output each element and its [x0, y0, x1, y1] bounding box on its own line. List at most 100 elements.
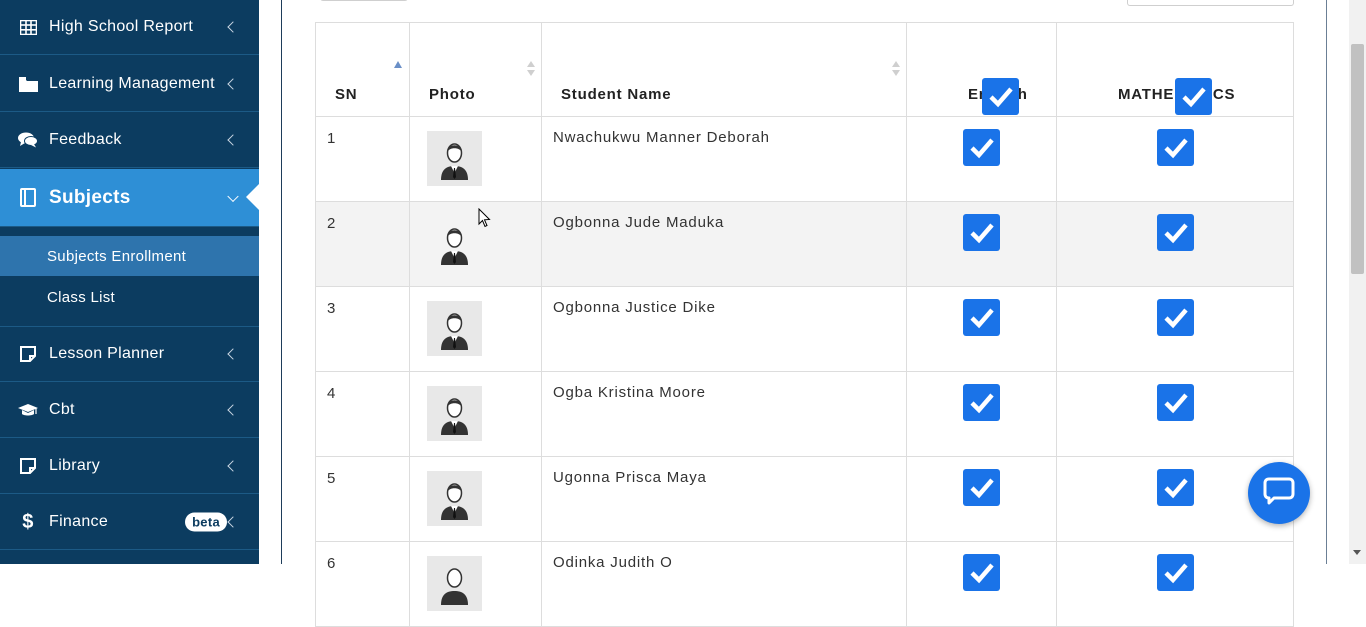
cell-photo: [409, 286, 542, 372]
english-checkbox[interactable]: [963, 554, 1000, 591]
sidebar-item-feedback[interactable]: Feedback: [0, 113, 259, 168]
table-row: 5 Ugonna Prisca Maya: [315, 456, 1294, 542]
sidebar-item-library[interactable]: Library: [0, 439, 259, 494]
english-checkbox[interactable]: [963, 214, 1000, 251]
student-avatar-icon: [427, 131, 482, 186]
table-row: 1 Nwachukwu Manner Deborah: [315, 116, 1294, 202]
student-avatar-icon: [427, 471, 482, 526]
cell-english: [906, 116, 1057, 202]
cell-student-name: Ogbonna Justice Dike: [541, 286, 907, 372]
chevron-left-icon: [227, 460, 239, 472]
student-avatar-icon: [427, 301, 482, 356]
student-avatar-icon: [427, 386, 482, 441]
graduation-cap-icon: [18, 400, 38, 420]
mathematics-checkbox[interactable]: [1156, 384, 1194, 421]
chevron-left-icon: [227, 516, 239, 528]
table-icon: [18, 17, 38, 37]
active-indicator: [246, 183, 259, 211]
table-row: 6 Odinka Judith O: [315, 541, 1294, 627]
sidebar: High School Report Learning Management F…: [0, 0, 259, 564]
subject-enrollment-table: SN Photo Student Name English MATHEMATIC…: [315, 22, 1294, 627]
cell-english: [906, 456, 1057, 542]
page-length-select[interactable]: [320, 0, 408, 1]
search-input[interactable]: [1127, 0, 1294, 6]
sort-asc-icon: [394, 61, 402, 68]
cell-sn: 5: [315, 456, 410, 542]
cell-mathematics: [1056, 541, 1294, 627]
cell-english: [906, 201, 1057, 287]
table-row: 4 Ogba Kristina Moore: [315, 371, 1294, 457]
sidebar-item-learning-management[interactable]: Learning Management: [0, 57, 259, 112]
chevron-left-icon: [227, 404, 239, 416]
cell-mathematics: [1056, 201, 1294, 287]
english-checkbox[interactable]: [963, 299, 1000, 336]
cell-photo: [409, 371, 542, 457]
cell-student-name: Ugonna Prisca Maya: [541, 456, 907, 542]
cell-mathematics: [1056, 286, 1294, 372]
cell-english: [906, 541, 1057, 627]
sidebar-item-label: Learning Management: [49, 75, 215, 92]
english-checkbox[interactable]: [963, 384, 1000, 421]
column-header-english: English: [906, 22, 1057, 117]
sidebar-item-finance[interactable]: $ Finance beta: [0, 495, 259, 550]
mouse-cursor-icon: [478, 207, 491, 233]
folder-icon: [18, 74, 38, 94]
book-icon: [18, 188, 38, 208]
chevron-left-icon: [227, 78, 239, 90]
mathematics-checkbox[interactable]: [1156, 129, 1194, 166]
mathematics-checkbox[interactable]: [1156, 299, 1194, 336]
sidebar-item-cbt[interactable]: Cbt: [0, 383, 259, 438]
chevron-left-icon: [227, 134, 239, 146]
content-border-right: [1326, 0, 1327, 564]
sort-icon: [527, 61, 535, 77]
select-all-english-checkbox[interactable]: [982, 78, 1019, 115]
sidebar-item-label: Library: [49, 457, 101, 474]
subjects-submenu: Subjects Enrollment Class List: [0, 227, 259, 327]
english-checkbox[interactable]: [963, 469, 1000, 506]
scroll-down-arrow-icon[interactable]: [1353, 550, 1361, 555]
chat-button[interactable]: [1248, 462, 1310, 524]
cell-photo: [409, 541, 542, 627]
table-header-row: SN Photo Student Name English MATHEMATIC…: [315, 22, 1294, 117]
content-border-left: [281, 0, 282, 564]
mathematics-checkbox[interactable]: [1156, 214, 1194, 251]
column-header-sn[interactable]: SN: [315, 22, 410, 117]
column-header-photo[interactable]: Photo: [409, 22, 542, 117]
table-row: 2 Ogbonna Jude Maduka: [315, 201, 1294, 287]
sidebar-item-high-school-report[interactable]: High School Report: [0, 0, 259, 55]
select-all-mathematics-checkbox[interactable]: [1175, 78, 1212, 115]
student-avatar-icon: [427, 556, 482, 611]
note-icon: [18, 344, 38, 364]
mathematics-checkbox[interactable]: [1156, 554, 1194, 591]
cell-sn: 6: [315, 541, 410, 627]
chevron-left-icon: [227, 348, 239, 360]
cell-student-name: Ogbonna Jude Maduka: [541, 201, 907, 287]
submenu-item-subjects-enrollment[interactable]: Subjects Enrollment: [0, 236, 259, 276]
cell-english: [906, 371, 1057, 457]
scrollbar-thumb[interactable]: [1351, 44, 1364, 274]
sidebar-item-label: Feedback: [49, 131, 122, 148]
english-checkbox[interactable]: [963, 129, 1000, 166]
cell-english: [906, 286, 1057, 372]
cell-mathematics: [1056, 371, 1294, 457]
chevron-left-icon: [227, 21, 239, 33]
sidebar-item-label: High School Report: [49, 18, 194, 35]
sidebar-item-label: Subjects: [49, 186, 131, 208]
beta-badge: beta: [185, 512, 227, 532]
mathematics-checkbox[interactable]: [1156, 469, 1194, 506]
sidebar-item-subjects[interactable]: Subjects: [0, 169, 259, 227]
sidebar-item-label: Finance: [49, 513, 109, 530]
column-header-student-name[interactable]: Student Name: [541, 22, 907, 117]
cell-photo: [409, 201, 542, 287]
cell-photo: [409, 456, 542, 542]
student-avatar-icon: [427, 216, 482, 271]
sidebar-item-lesson-planner[interactable]: Lesson Planner: [0, 327, 259, 382]
dollar-icon: $: [22, 510, 34, 533]
sidebar-item-label: Lesson Planner: [49, 345, 165, 362]
note-icon: [18, 456, 38, 476]
cell-student-name: Nwachukwu Manner Deborah: [541, 116, 907, 202]
sort-icon: [892, 61, 900, 77]
submenu-item-class-list[interactable]: Class List: [0, 277, 259, 317]
cell-sn: 3: [315, 286, 410, 372]
cell-student-name: Ogba Kristina Moore: [541, 371, 907, 457]
